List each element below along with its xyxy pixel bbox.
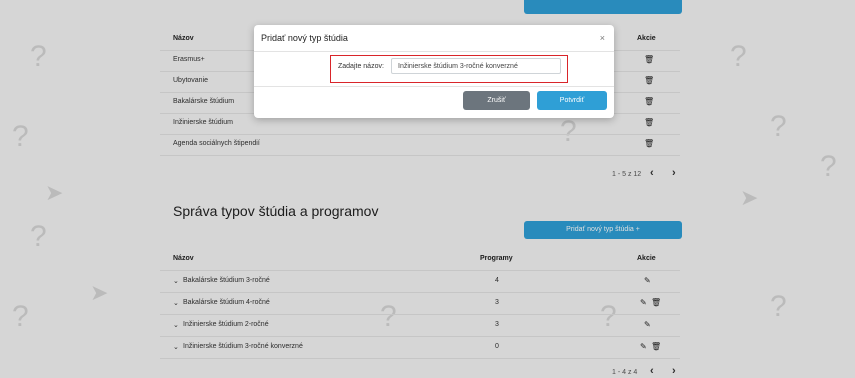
modal-title: Pridať nový typ štúdia: [261, 33, 348, 43]
cancel-button[interactable]: Zrušiť: [463, 91, 530, 110]
confirm-button[interactable]: Potvrdiť: [537, 91, 607, 110]
divider: [254, 86, 614, 87]
close-icon[interactable]: ×: [600, 33, 605, 43]
add-study-type-modal: Pridať nový typ štúdia × Zadajte názov: …: [254, 25, 614, 118]
divider: [254, 51, 614, 52]
name-field-label: Zadajte názov:: [338, 63, 384, 70]
name-input[interactable]: Inžinierske štúdium 3-ročné konverzné: [391, 58, 561, 74]
